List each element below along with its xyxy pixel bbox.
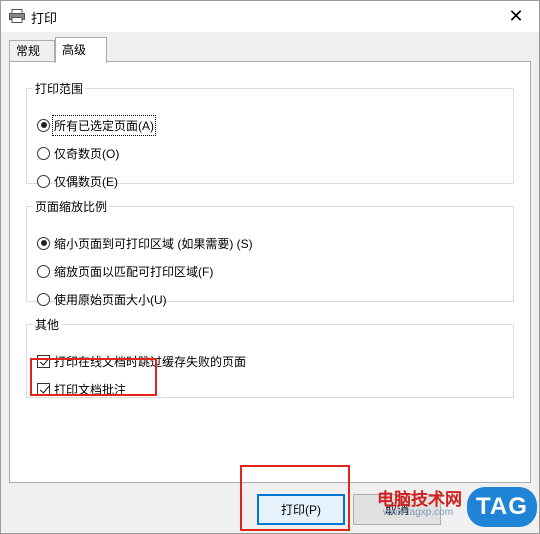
close-icon: ✕ [508, 6, 524, 26]
radio-button[interactable] [37, 236, 50, 250]
print-button[interactable]: 打印(P) [257, 494, 345, 525]
radio-fit-to-area[interactable]: 缩放页面以匹配可打印区域(F) [37, 262, 213, 280]
print-dialog: 打印 ✕ 常规 高级 打印范围 所有已选定页面(A) 仅奇数页(O) 仅偶数页(… [0, 0, 540, 534]
radio-label: 仅偶数页(E) [54, 174, 118, 189]
radio-original-size[interactable]: 使用原始页面大小(U) [37, 290, 167, 308]
checkbox[interactable] [37, 382, 50, 396]
window-title: 打印 [31, 11, 58, 26]
radio-label: 使用原始页面大小(U) [54, 292, 167, 307]
checkbox-label: 打印在线文档时跳过缓存失败的页面 [54, 354, 247, 369]
radio-label: 缩放页面以匹配可打印区域(F) [54, 264, 214, 279]
checkbox-label: 打印文档批注 [54, 382, 127, 397]
other-legend: 其他 [35, 318, 60, 332]
radio-label: 仅奇数页(O) [54, 146, 120, 161]
other-group: 其他 打印在线文档时跳过缓存失败的页面 打印文档批注 [26, 316, 514, 398]
radio-button[interactable] [37, 146, 50, 160]
page-scaling-legend: 页面缩放比例 [35, 200, 108, 214]
title-bar: 打印 ✕ [1, 1, 539, 32]
radio-button[interactable] [37, 264, 50, 278]
tab-advanced[interactable]: 高级 [55, 37, 107, 63]
radio-even-pages[interactable]: 仅偶数页(E) [37, 172, 118, 190]
checkbox-skip-cache-failed[interactable]: 打印在线文档时跳过缓存失败的页面 [37, 352, 246, 370]
page-scaling-group: 页面缩放比例 缩小页面到可打印区域 (如果需要) (S) 缩放页面以匹配可打印区… [26, 198, 514, 307]
radio-label: 缩小页面到可打印区域 (如果需要) (S) [54, 236, 253, 251]
radio-shrink-to-fit[interactable]: 缩小页面到可打印区域 (如果需要) (S) [37, 234, 253, 252]
print-range-legend: 打印范围 [35, 82, 84, 96]
radio-all-pages[interactable]: 所有已选定页面(A) [37, 114, 156, 136]
tab-general[interactable]: 常规 [9, 40, 55, 62]
radio-odd-pages[interactable]: 仅奇数页(O) [37, 144, 119, 162]
tab-panel-advanced: 打印范围 所有已选定页面(A) 仅奇数页(O) 仅偶数页(E) 页面缩放比例 缩… [9, 61, 531, 483]
radio-button[interactable] [37, 118, 50, 132]
printer-icon [9, 9, 25, 23]
checkbox[interactable] [37, 354, 50, 368]
checkbox-print-annotations[interactable]: 打印文档批注 [37, 380, 126, 398]
radio-button[interactable] [37, 174, 50, 188]
cancel-button[interactable]: 取消 [353, 494, 441, 525]
close-button[interactable]: ✕ [493, 1, 539, 32]
radio-label: 所有已选定页面(A) [52, 114, 156, 136]
print-range-group: 打印范围 所有已选定页面(A) 仅奇数页(O) 仅偶数页(E) [26, 80, 514, 189]
watermark-logo: TAG [467, 487, 537, 527]
radio-button[interactable] [37, 292, 50, 306]
